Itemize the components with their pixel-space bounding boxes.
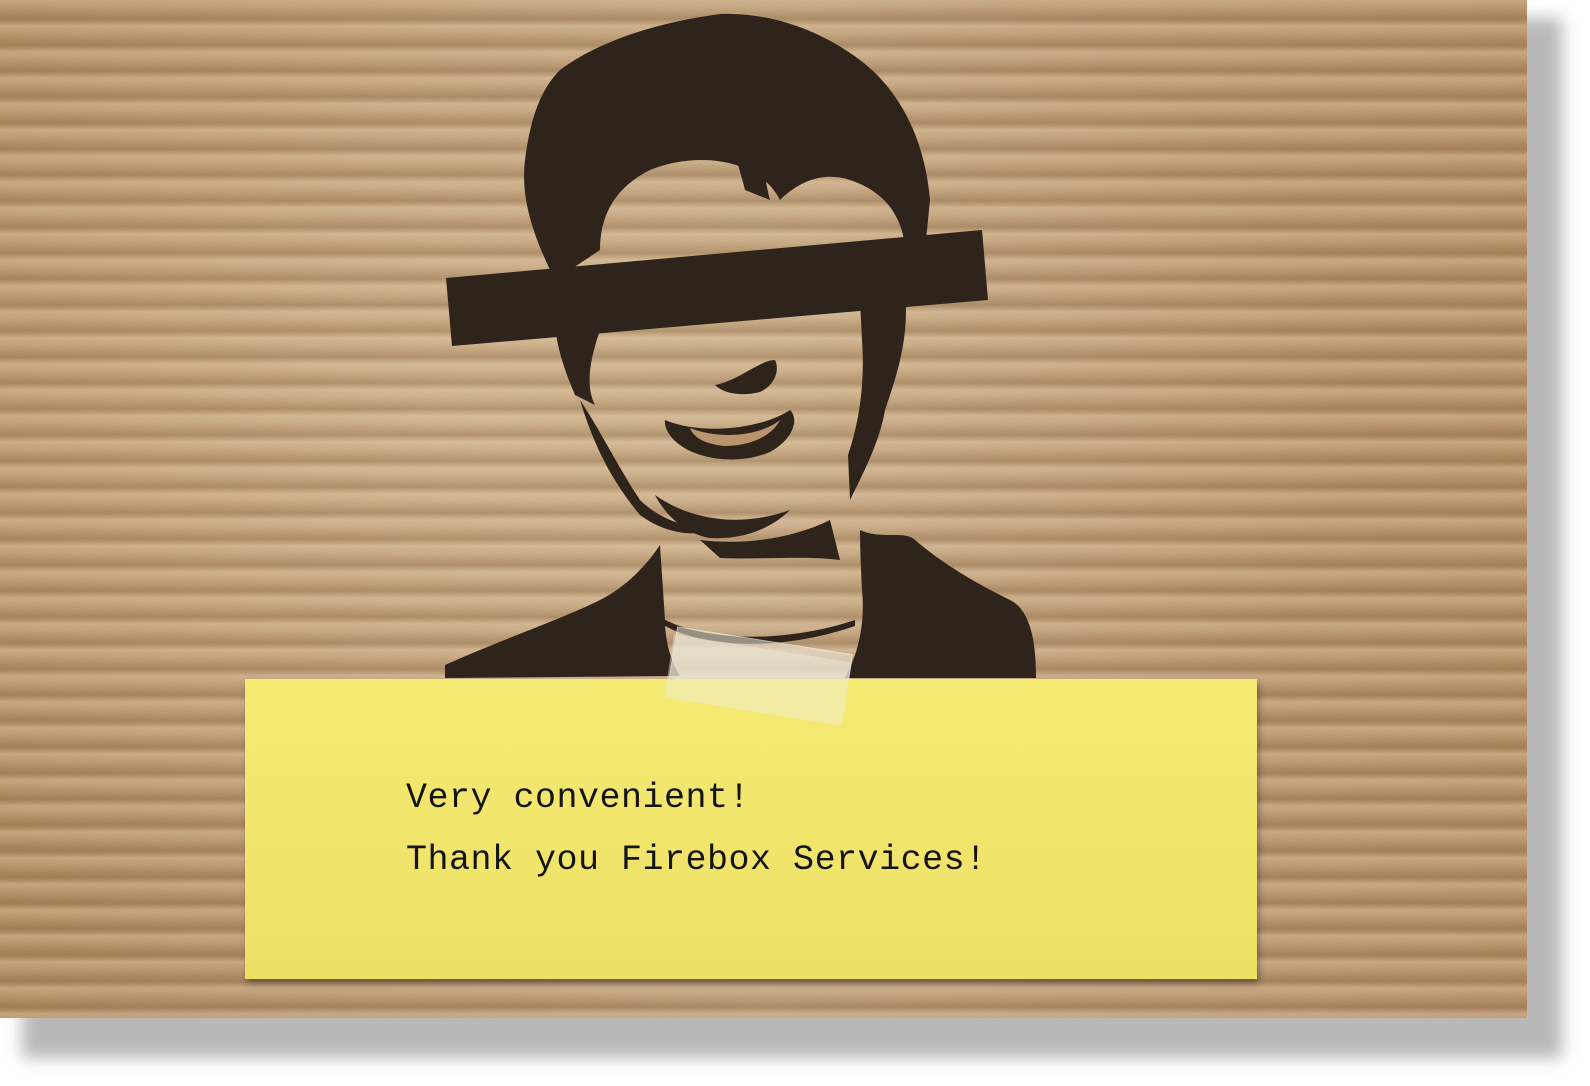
cardboard-background: Very convenient! Thank you Firebox Servi… bbox=[0, 0, 1527, 1018]
censor-bar bbox=[446, 230, 988, 346]
sticky-note: Very convenient! Thank you Firebox Servi… bbox=[245, 679, 1257, 979]
note-line-2: Thank you Firebox Services! bbox=[406, 840, 987, 880]
note-text: Very convenient! Thank you Firebox Servi… bbox=[406, 767, 987, 891]
stencil-jacket bbox=[445, 545, 680, 678]
stencil-mouth bbox=[664, 410, 795, 460]
stencil-hair bbox=[524, 13, 930, 280]
stencil-nose bbox=[715, 360, 777, 395]
note-line-1: Very convenient! bbox=[406, 778, 751, 818]
